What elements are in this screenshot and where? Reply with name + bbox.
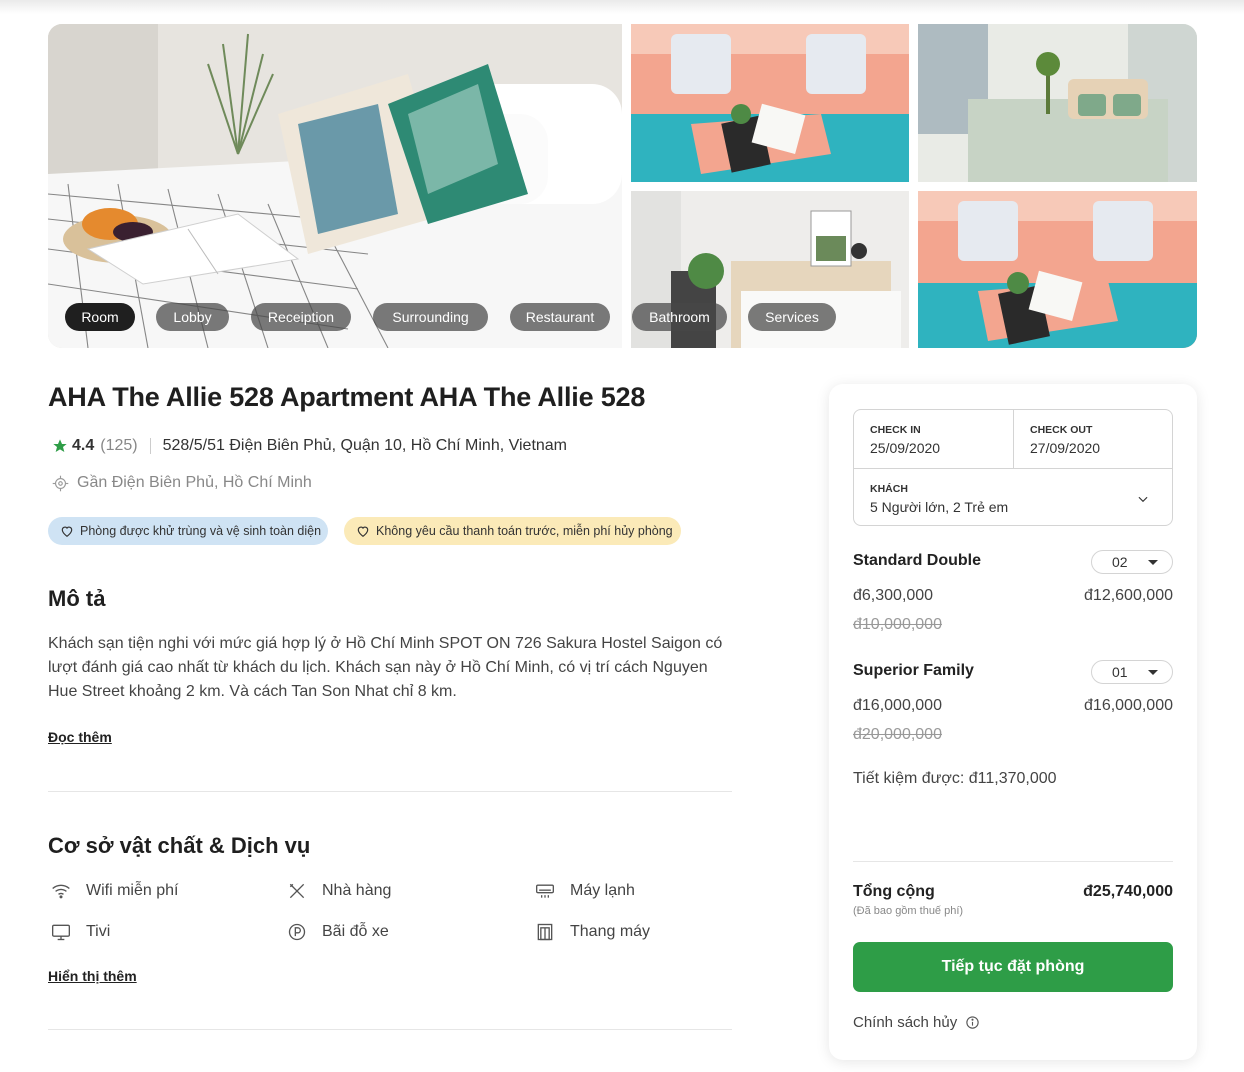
hotel-address: 528/5/51 Điện Biên Phủ, Quận 10, Hồ Chí …	[162, 437, 568, 454]
amenity-elevator: Thang máy	[534, 921, 650, 943]
sanitized-badge: Phòng được khử trùng và vệ sinh toàn diệ…	[48, 517, 328, 545]
tv-icon	[50, 921, 72, 943]
amenity-label: Wifi miễn phí	[86, 882, 179, 899]
gallery-tag-restaurant[interactable]: Restaurant	[510, 303, 610, 331]
location-target-icon	[52, 475, 69, 491]
heart-icon	[61, 526, 73, 537]
section-divider	[48, 791, 732, 792]
info-icon[interactable]	[965, 1015, 980, 1030]
guests-label: KHÁCH	[870, 483, 908, 495]
continue-booking-button[interactable]: Tiếp tục đặt phòng	[853, 942, 1173, 992]
free-cancel-badge: Không yêu cầu thanh toán trước, miễn phí…	[344, 517, 681, 545]
total-note: (Đã bao gồm thuế phí)	[853, 905, 964, 917]
gallery-main-photo[interactable]	[48, 24, 622, 348]
original-price: đ10,000,000	[853, 616, 942, 633]
amenity-aircon: Máy lạnh	[534, 880, 635, 902]
amenity-label: Thang máy	[570, 923, 651, 940]
amenity-label: Nhà hàng	[322, 882, 392, 899]
quantity-value: 02	[1112, 554, 1128, 570]
gallery-photo-5[interactable]	[918, 191, 1197, 348]
caret-down-icon	[1148, 670, 1158, 675]
cancellation-policy-link[interactable]: Chính sách hủy	[853, 1014, 980, 1031]
top-shadow	[0, 0, 1244, 14]
amenity-parking: Bãi đỗ xe	[286, 921, 389, 943]
gallery-tag-receiption[interactable]: Receiption	[251, 303, 351, 331]
star-icon	[53, 439, 67, 452]
amenity-wifi: Wifi miễn phí	[50, 880, 178, 902]
divider	[853, 861, 1173, 862]
amenity-label: Tivi	[86, 923, 111, 940]
room-name: Superior Family	[853, 662, 974, 679]
air-conditioner-icon	[534, 880, 556, 902]
gallery-tag-services[interactable]: Services	[748, 303, 836, 331]
hotel-title: AHA The Allie 528 Apartment AHA The Alli…	[48, 382, 646, 412]
guests-value: 5 Người lớn, 2 Trẻ em	[870, 499, 1009, 515]
check-out-field[interactable]: CHECK OUT 27/09/2020	[1014, 410, 1172, 468]
review-count[interactable]: (125)	[100, 437, 137, 455]
room-quantity-select[interactable]: 02	[1091, 550, 1173, 574]
room-subtotal: đ16,000,000	[1084, 697, 1173, 714]
gallery-photo-3[interactable]	[918, 24, 1197, 182]
check-out-label: CHECK OUT	[1030, 424, 1093, 436]
room-subtotal: đ12,600,000	[1084, 587, 1173, 604]
show-more-link[interactable]: Hiển thị thêm	[48, 968, 137, 984]
wifi-icon	[50, 880, 72, 902]
saving-amount: Tiết kiệm được: đ11,370,000	[853, 770, 1057, 787]
original-price: đ20,000,000	[853, 726, 942, 743]
badge-text: Phòng được khử trùng và vệ sinh toàn diệ…	[80, 524, 322, 538]
policy-label: Chính sách hủy	[853, 1014, 958, 1031]
description-heading: Mô tả	[48, 586, 106, 611]
gallery-tag-room[interactable]: Room	[65, 303, 135, 331]
gallery-tag-lobby[interactable]: Lobby	[156, 303, 229, 331]
gallery-photo-2[interactable]	[631, 24, 909, 182]
check-in-value: 25/09/2020	[870, 440, 941, 456]
chevron-down-icon	[1138, 496, 1148, 503]
elevator-icon	[534, 921, 556, 943]
gallery-tag-bathroom[interactable]: Bathroom	[632, 303, 727, 331]
description-text: Khách sạn tiện nghi với mức giá hợp lý ở…	[48, 635, 723, 700]
amenity-tv: Tivi	[50, 921, 110, 943]
check-out-value: 27/09/2020	[1030, 440, 1101, 456]
unit-price: đ16,000,000	[853, 697, 942, 714]
parking-icon	[286, 921, 308, 943]
total-label: Tổng cộng	[853, 883, 935, 900]
rating-score: 4.4	[72, 437, 95, 454]
nearby-row: Gần Điện Biên Phủ, Hồ Chí Minh	[52, 474, 312, 492]
caret-down-icon	[1148, 560, 1158, 565]
rating-address-row: 4.4 (125) 528/5/51 Điện Biên Phủ, Quận 1…	[52, 437, 567, 455]
check-in-label: CHECK IN	[870, 424, 921, 436]
section-divider	[48, 1029, 732, 1030]
amenities-heading: Cơ sở vật chất & Dịch vụ	[48, 833, 311, 858]
guests-field[interactable]: KHÁCH 5 Người lớn, 2 Trẻ em	[854, 469, 1172, 525]
amenity-label: Bãi đỗ xe	[322, 923, 389, 940]
total-value: đ25,740,000	[1083, 883, 1173, 900]
unit-price: đ6,300,000	[853, 587, 934, 604]
photo-gallery: Room Lobby Receiption Surrounding Restau…	[48, 24, 1197, 348]
read-more-link[interactable]: Đọc thêm	[48, 729, 112, 745]
booking-card: CHECK IN 25/09/2020 CHECK OUT 27/09/2020…	[829, 384, 1197, 1060]
nearby-text: Gần Điện Biên Phủ, Hồ Chí Minh	[77, 474, 312, 491]
heart-icon	[357, 526, 369, 537]
restaurant-icon	[286, 880, 308, 902]
gallery-tag-surrounding[interactable]: Surrounding	[373, 303, 488, 331]
check-in-field[interactable]: CHECK IN 25/09/2020	[854, 410, 1013, 468]
quantity-value: 01	[1112, 664, 1128, 680]
separator	[149, 438, 151, 454]
amenity-restaurant: Nhà hàng	[286, 880, 391, 902]
room-quantity-select[interactable]: 01	[1091, 660, 1173, 684]
amenity-label: Máy lạnh	[570, 882, 635, 899]
date-guest-picker: CHECK IN 25/09/2020 CHECK OUT 27/09/2020…	[853, 409, 1173, 526]
badge-text: Không yêu cầu thanh toán trước, miễn phí…	[376, 524, 673, 538]
room-name: Standard Double	[853, 552, 982, 569]
